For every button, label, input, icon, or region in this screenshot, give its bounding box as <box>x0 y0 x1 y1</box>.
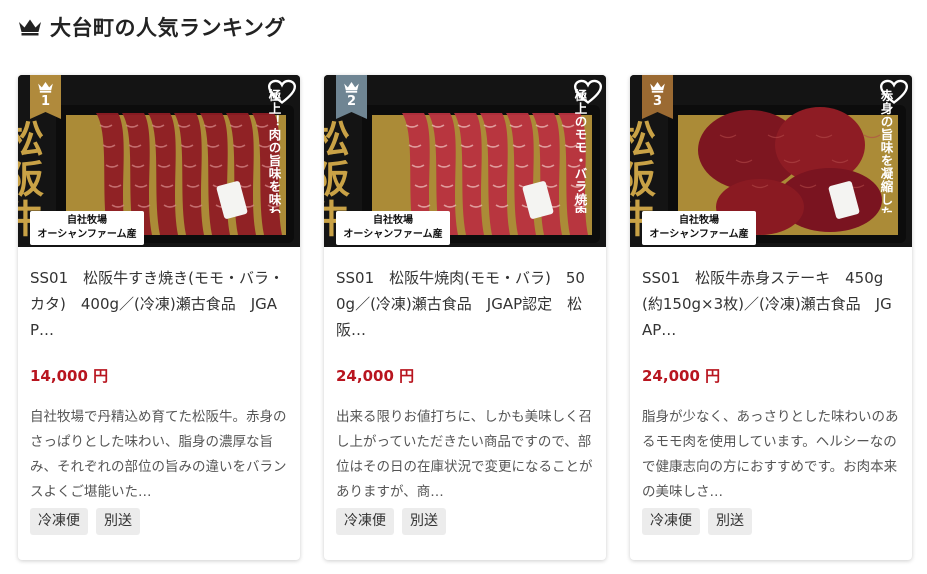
section-title: 大台町の人気ランキング <box>50 16 286 40</box>
product-description: 脂身が少なく、あっさりとした味わいのあるモモ肉を使用しています。ヘルシーなので健… <box>642 409 899 500</box>
tag: 別送 <box>402 508 446 535</box>
rank-crown-icon <box>38 82 53 93</box>
favorite-heart-icon[interactable] <box>268 79 296 105</box>
farm-line-1: 自社牧場 <box>373 215 413 226</box>
product-description: 自社牧場で丹精込め育てた松阪牛。赤身のさっぱりとした味わい、脂身の濃厚な旨み、そ… <box>30 409 287 500</box>
crown-icon <box>19 19 41 36</box>
product-image[interactable]: 松阪牛 2 極上のモモ・バラ焼肉をご家庭で 自社牧場 オーシャンファーム産 <box>324 75 606 247</box>
farm-label: 自社牧場 オーシャンファーム産 <box>30 211 144 245</box>
product-name[interactable]: SS01 松阪牛すき焼き(モモ・バラ・カタ) 400g／(冷凍)瀬古食品 JGA… <box>30 265 288 345</box>
rank-number: 3 <box>652 94 663 109</box>
farm-line-1: 自社牧場 <box>67 215 107 226</box>
rank-crown-icon <box>650 82 665 93</box>
product-price: 14,000 円 <box>30 367 109 385</box>
tag-list: 冷凍便 別送 <box>30 508 288 535</box>
product-image[interactable]: 松阪牛 1 極上！肉の旨味を味わいつくす 自社牧場 オーシャンファーム産 <box>18 75 300 247</box>
farm-line-2: オーシャンファーム産 <box>37 229 137 240</box>
product-card[interactable]: 松阪牛 1 極上！肉の旨味を味わいつくす 自社牧場 オーシャンファーム産 SS0… <box>18 75 300 560</box>
rank-crown-icon <box>344 82 359 93</box>
product-card[interactable]: 松阪牛 3 赤身の旨味を凝縮したステーキ肉 自社牧場 オーシャンファーム産 SS… <box>630 75 912 560</box>
product-name[interactable]: SS01 松阪牛焼肉(モモ・バラ) 500g／(冷凍)瀬古食品 JGAP認定 松… <box>336 265 594 345</box>
image-tagline-text: 極上のモモ・バラ焼肉をご家庭で <box>573 88 588 213</box>
product-price: 24,000 円 <box>336 367 415 385</box>
tag: 冷凍便 <box>336 508 394 535</box>
farm-label: 自社牧場 オーシャンファーム産 <box>642 211 756 245</box>
tag-list: 冷凍便 別送 <box>642 508 900 535</box>
tag-list: 冷凍便 別送 <box>336 508 594 535</box>
image-tagline-text: 赤身の旨味を凝縮したステーキ肉 <box>879 88 894 213</box>
tag: 冷凍便 <box>642 508 700 535</box>
tag: 別送 <box>708 508 752 535</box>
farm-label: 自社牧場 オーシャンファーム産 <box>336 211 450 245</box>
product-card[interactable]: 松阪牛 2 極上のモモ・バラ焼肉をご家庭で 自社牧場 オーシャンファーム産 SS… <box>324 75 606 560</box>
favorite-heart-icon[interactable] <box>880 79 908 105</box>
tag: 冷凍便 <box>30 508 88 535</box>
product-description: 出来る限りお値打ちに、しかも美味しく召し上がっていただきたい商品ですので、部位は… <box>336 409 593 500</box>
product-price: 24,000 円 <box>642 367 721 385</box>
section-heading: 大台町の人気ランキング <box>18 10 286 44</box>
image-tagline-text: 極上！肉の旨味を味わいつくす <box>267 88 282 213</box>
farm-line-2: オーシャンファーム産 <box>343 229 443 240</box>
favorite-heart-icon[interactable] <box>574 79 602 105</box>
product-name[interactable]: SS01 松阪牛赤身ステーキ 450g(約150g×3枚)／(冷凍)瀬古食品 J… <box>642 265 900 345</box>
product-image[interactable]: 松阪牛 3 赤身の旨味を凝縮したステーキ肉 自社牧場 オーシャンファーム産 <box>630 75 912 247</box>
tag: 別送 <box>96 508 140 535</box>
farm-line-2: オーシャンファーム産 <box>649 229 749 240</box>
rank-number: 2 <box>346 94 357 109</box>
rank-number: 1 <box>40 94 51 109</box>
farm-line-1: 自社牧場 <box>679 215 719 226</box>
